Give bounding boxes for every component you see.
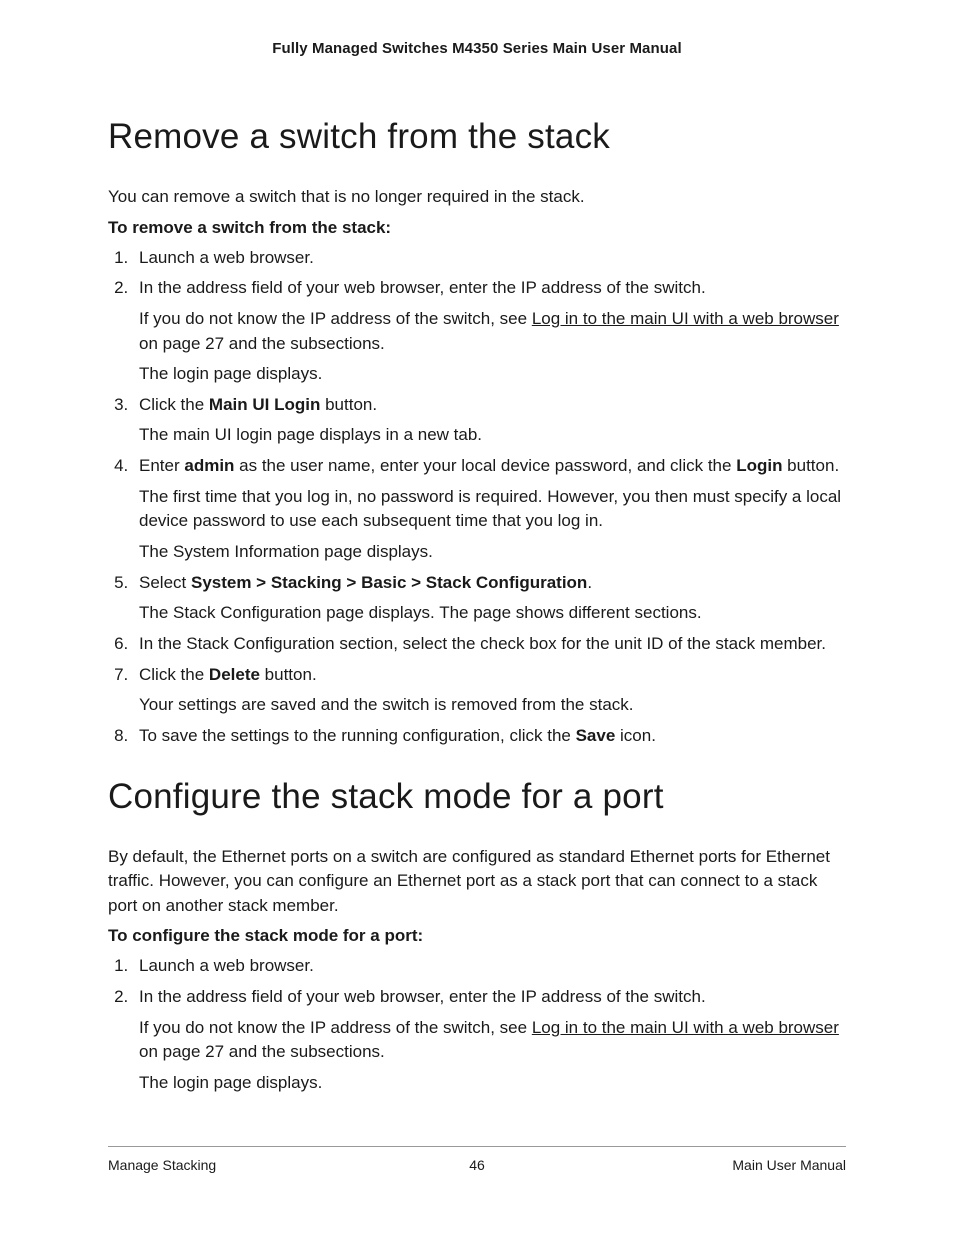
steps-list-1: Launch a web browser. In the address fie… xyxy=(108,246,846,749)
bold-label: Main UI Login xyxy=(209,395,320,414)
sub-text: If you do not know the IP address of the… xyxy=(139,309,532,328)
bold-label: admin xyxy=(184,456,234,475)
step-text: In the address field of your web browser… xyxy=(139,987,706,1006)
sub-text: on page 27 and the subsections. xyxy=(139,1042,385,1061)
intro-text: You can remove a switch that is no longe… xyxy=(108,185,846,210)
step-text: To save the settings to the running conf… xyxy=(139,726,576,745)
procedure-label: To configure the stack mode for a port: xyxy=(108,926,846,946)
list-item: Launch a web browser. xyxy=(133,246,846,271)
sub-text: The main UI login page displays in a new… xyxy=(139,423,846,448)
heading-configure-stack-mode: Configure the stack mode for a port xyxy=(108,777,846,817)
step-body: If you do not know the IP address of the… xyxy=(139,1016,846,1096)
sub-text: The System Information page displays. xyxy=(139,540,846,565)
intro-text: By default, the Ethernet ports on a swit… xyxy=(108,845,846,919)
step-text: icon. xyxy=(615,726,656,745)
step-text: Launch a web browser. xyxy=(139,956,314,975)
step-text: Click the xyxy=(139,395,209,414)
sub-text: The first time that you log in, no passw… xyxy=(139,485,846,534)
sub-text: The login page displays. xyxy=(139,1071,846,1096)
list-item: Click the Delete button. Your settings a… xyxy=(133,663,846,718)
list-item: In the address field of your web browser… xyxy=(133,276,846,387)
step-text: In the Stack Configuration section, sele… xyxy=(139,634,826,653)
running-header: Fully Managed Switches M4350 Series Main… xyxy=(108,40,846,57)
step-text: Enter xyxy=(139,456,184,475)
page-footer: Manage Stacking 46 Main User Manual xyxy=(108,1146,846,1173)
step-body: The Stack Configuration page displays. T… xyxy=(139,601,846,626)
sub-text: The Stack Configuration page displays. T… xyxy=(139,601,846,626)
step-text: Click the xyxy=(139,665,209,684)
list-item: To save the settings to the running conf… xyxy=(133,724,846,749)
sub-text: If you do not know the IP address of the… xyxy=(139,1018,532,1037)
steps-list-2: Launch a web browser. In the address fie… xyxy=(108,954,846,1095)
step-body: Your settings are saved and the switch i… xyxy=(139,693,846,718)
step-text: as the user name, enter your local devic… xyxy=(234,456,736,475)
step-text: button. xyxy=(320,395,377,414)
step-text: button. xyxy=(782,456,839,475)
sub-text: The login page displays. xyxy=(139,362,846,387)
step-text: In the address field of your web browser… xyxy=(139,278,706,297)
list-item: In the address field of your web browser… xyxy=(133,985,846,1096)
step-text: button. xyxy=(260,665,317,684)
step-body: The first time that you log in, no passw… xyxy=(139,485,846,565)
procedure-label: To remove a switch from the stack: xyxy=(108,218,846,238)
heading-remove-switch: Remove a switch from the stack xyxy=(108,117,846,157)
list-item: In the Stack Configuration section, sele… xyxy=(133,632,846,657)
cross-ref-link[interactable]: Log in to the main UI with a web browser xyxy=(532,1018,839,1037)
list-item: Launch a web browser. xyxy=(133,954,846,979)
list-item: Select System > Stacking > Basic > Stack… xyxy=(133,571,846,626)
step-body: If you do not know the IP address of the… xyxy=(139,307,846,387)
step-text: Select xyxy=(139,573,191,592)
list-item: Enter admin as the user name, enter your… xyxy=(133,454,846,565)
step-body: The main UI login page displays in a new… xyxy=(139,423,846,448)
bold-label: Login xyxy=(736,456,782,475)
bold-label: System > Stacking > Basic > Stack Config… xyxy=(191,573,587,592)
sub-text: Your settings are saved and the switch i… xyxy=(139,693,846,718)
step-text: . xyxy=(587,573,592,592)
sub-text: on page 27 and the subsections. xyxy=(139,334,385,353)
page: Fully Managed Switches M4350 Series Main… xyxy=(0,0,954,1235)
bold-label: Save xyxy=(576,726,616,745)
step-text: Launch a web browser. xyxy=(139,248,314,267)
list-item: Click the Main UI Login button. The main… xyxy=(133,393,846,448)
page-number: 46 xyxy=(108,1157,846,1173)
bold-label: Delete xyxy=(209,665,260,684)
cross-ref-link[interactable]: Log in to the main UI with a web browser xyxy=(532,309,839,328)
